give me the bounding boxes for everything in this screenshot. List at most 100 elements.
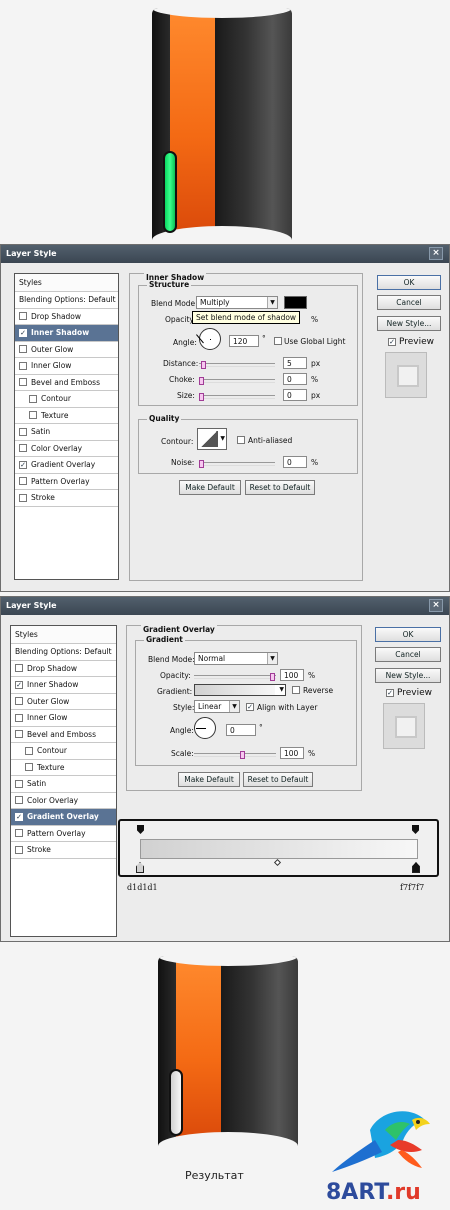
sidebar-checkbox[interactable] [19, 427, 27, 436]
cancel-button[interactable]: Cancel [375, 647, 441, 662]
use-global-light-checkbox[interactable] [274, 337, 282, 345]
sidebar-checkbox[interactable] [19, 312, 27, 321]
size-slider[interactable] [199, 393, 275, 401]
sidebar-checkbox[interactable] [19, 444, 27, 453]
sidebar-checkbox[interactable] [15, 779, 23, 788]
new-style-button[interactable]: New Style... [377, 316, 441, 331]
close-icon[interactable]: × [429, 247, 443, 260]
sidebar-item-gradient-overlay[interactable]: Gradient Overlay [11, 809, 116, 826]
noise-input[interactable]: 0 [283, 456, 307, 468]
noise-slider[interactable] [199, 460, 275, 468]
sidebar-checkbox[interactable] [19, 378, 27, 387]
angle-dial[interactable] [194, 717, 216, 739]
close-icon[interactable]: × [429, 599, 443, 612]
choke-thumb[interactable] [199, 377, 204, 385]
sidebar-checkbox[interactable] [19, 328, 27, 337]
sidebar-item-styles[interactable]: Styles [11, 626, 116, 644]
sidebar-checkbox[interactable] [25, 746, 33, 755]
size-input[interactable]: 0 [283, 389, 307, 401]
sidebar-item-styles[interactable]: Styles [15, 274, 118, 292]
sidebar-item-color-overlay[interactable]: Color Overlay [15, 441, 118, 457]
sidebar-item-bevel-and-emboss[interactable]: Bevel and Emboss [11, 727, 116, 743]
sidebar-item-satin[interactable]: Satin [15, 424, 118, 441]
sidebar-checkbox[interactable] [19, 345, 27, 354]
ok-button[interactable]: OK [377, 275, 441, 290]
sidebar-item-outer-glow[interactable]: Outer Glow [11, 694, 116, 710]
sidebar-item-stroke[interactable]: Stroke [11, 842, 116, 859]
new-style-button[interactable]: New Style... [375, 668, 441, 683]
align-with-layer-checkbox[interactable] [246, 703, 254, 711]
size-thumb[interactable] [199, 393, 204, 401]
preview-checkbox[interactable] [386, 689, 394, 697]
sidebar-item-stroke[interactable]: Stroke [15, 490, 118, 507]
scale-input[interactable]: 100 [280, 747, 304, 759]
sidebar-item-pattern-overlay[interactable]: Pattern Overlay [11, 826, 116, 842]
sidebar-checkbox[interactable] [19, 361, 27, 370]
shadow-color-swatch[interactable] [284, 296, 307, 309]
blend-mode-select[interactable]: Multiply ▼ [196, 296, 278, 309]
sidebar-item-inner-shadow[interactable]: Inner Shadow [15, 325, 118, 342]
sidebar-item-inner-glow[interactable]: Inner Glow [15, 358, 118, 375]
opacity-slider[interactable] [194, 673, 276, 681]
opacity-input[interactable]: 100 [280, 669, 304, 681]
color-stop-right[interactable] [412, 862, 420, 873]
sidebar-checkbox[interactable] [15, 680, 23, 689]
opacity-thumb[interactable] [270, 673, 275, 681]
angle-dial[interactable] [196, 328, 221, 350]
sidebar-item-texture[interactable]: Texture [11, 760, 116, 776]
sidebar-checkbox[interactable] [15, 812, 23, 821]
reset-to-default-button[interactable]: Reset to Default [245, 480, 315, 495]
sidebar-item-color-overlay[interactable]: Color Overlay [11, 793, 116, 809]
sidebar-item-contour[interactable]: Contour [11, 743, 116, 760]
sidebar-item-drop-shadow[interactable]: Drop Shadow [15, 309, 118, 325]
sidebar-item-texture[interactable]: Texture [15, 408, 118, 424]
sidebar-checkbox[interactable] [15, 664, 23, 673]
scale-thumb[interactable] [240, 751, 245, 759]
sidebar-item-contour[interactable]: Contour [15, 391, 118, 408]
sidebar-checkbox[interactable] [29, 394, 37, 403]
scale-slider[interactable] [194, 751, 276, 759]
sidebar-item-satin[interactable]: Satin [11, 776, 116, 793]
make-default-button[interactable]: Make Default [178, 772, 240, 787]
sidebar-checkbox[interactable] [15, 845, 23, 854]
sidebar-checkbox[interactable] [15, 829, 23, 838]
sidebar-item-pattern-overlay[interactable]: Pattern Overlay [15, 474, 118, 490]
sidebar-checkbox[interactable] [19, 460, 27, 469]
anti-aliased-checkbox[interactable] [237, 436, 245, 444]
reset-to-default-button[interactable]: Reset to Default [243, 772, 313, 787]
sidebar-item-drop-shadow[interactable]: Drop Shadow [11, 661, 116, 677]
sidebar-checkbox[interactable] [25, 763, 33, 772]
preview-checkbox[interactable] [388, 338, 396, 346]
sidebar-item-blending-options-default[interactable]: Blending Options: Default [11, 644, 116, 661]
color-stop-left[interactable] [136, 862, 144, 873]
angle-input[interactable]: 120 [229, 335, 259, 347]
cancel-button[interactable]: Cancel [377, 295, 441, 310]
gradient-picker[interactable]: ▼ [194, 684, 286, 696]
sidebar-checkbox[interactable] [15, 796, 23, 805]
gradient-bar[interactable] [140, 839, 418, 859]
sidebar-checkbox[interactable] [19, 477, 27, 486]
sidebar-checkbox[interactable] [19, 493, 27, 502]
ok-button[interactable]: OK [375, 627, 441, 642]
distance-thumb[interactable] [201, 361, 206, 369]
blend-mode-select[interactable]: Normal ▼ [194, 652, 278, 665]
make-default-button[interactable]: Make Default [179, 480, 241, 495]
reverse-checkbox[interactable] [292, 686, 300, 694]
choke-input[interactable]: 0 [283, 373, 307, 385]
contour-picker[interactable]: ▼ [197, 428, 227, 450]
noise-thumb[interactable] [199, 460, 204, 468]
sidebar-item-inner-glow[interactable]: Inner Glow [11, 710, 116, 727]
sidebar-item-bevel-and-emboss[interactable]: Bevel and Emboss [15, 375, 118, 391]
angle-input[interactable]: 0 [226, 724, 256, 736]
gradient-midpoint[interactable] [273, 858, 282, 867]
choke-slider[interactable] [199, 377, 275, 385]
sidebar-checkbox[interactable] [29, 411, 37, 420]
distance-slider[interactable] [199, 361, 275, 369]
sidebar-checkbox[interactable] [15, 730, 23, 739]
sidebar-item-inner-shadow[interactable]: Inner Shadow [11, 677, 116, 694]
sidebar-checkbox[interactable] [15, 697, 23, 706]
sidebar-item-outer-glow[interactable]: Outer Glow [15, 342, 118, 358]
style-select[interactable]: Linear ▼ [194, 700, 240, 713]
distance-input[interactable]: 5 [283, 357, 307, 369]
opacity-stop-right[interactable] [412, 825, 419, 834]
